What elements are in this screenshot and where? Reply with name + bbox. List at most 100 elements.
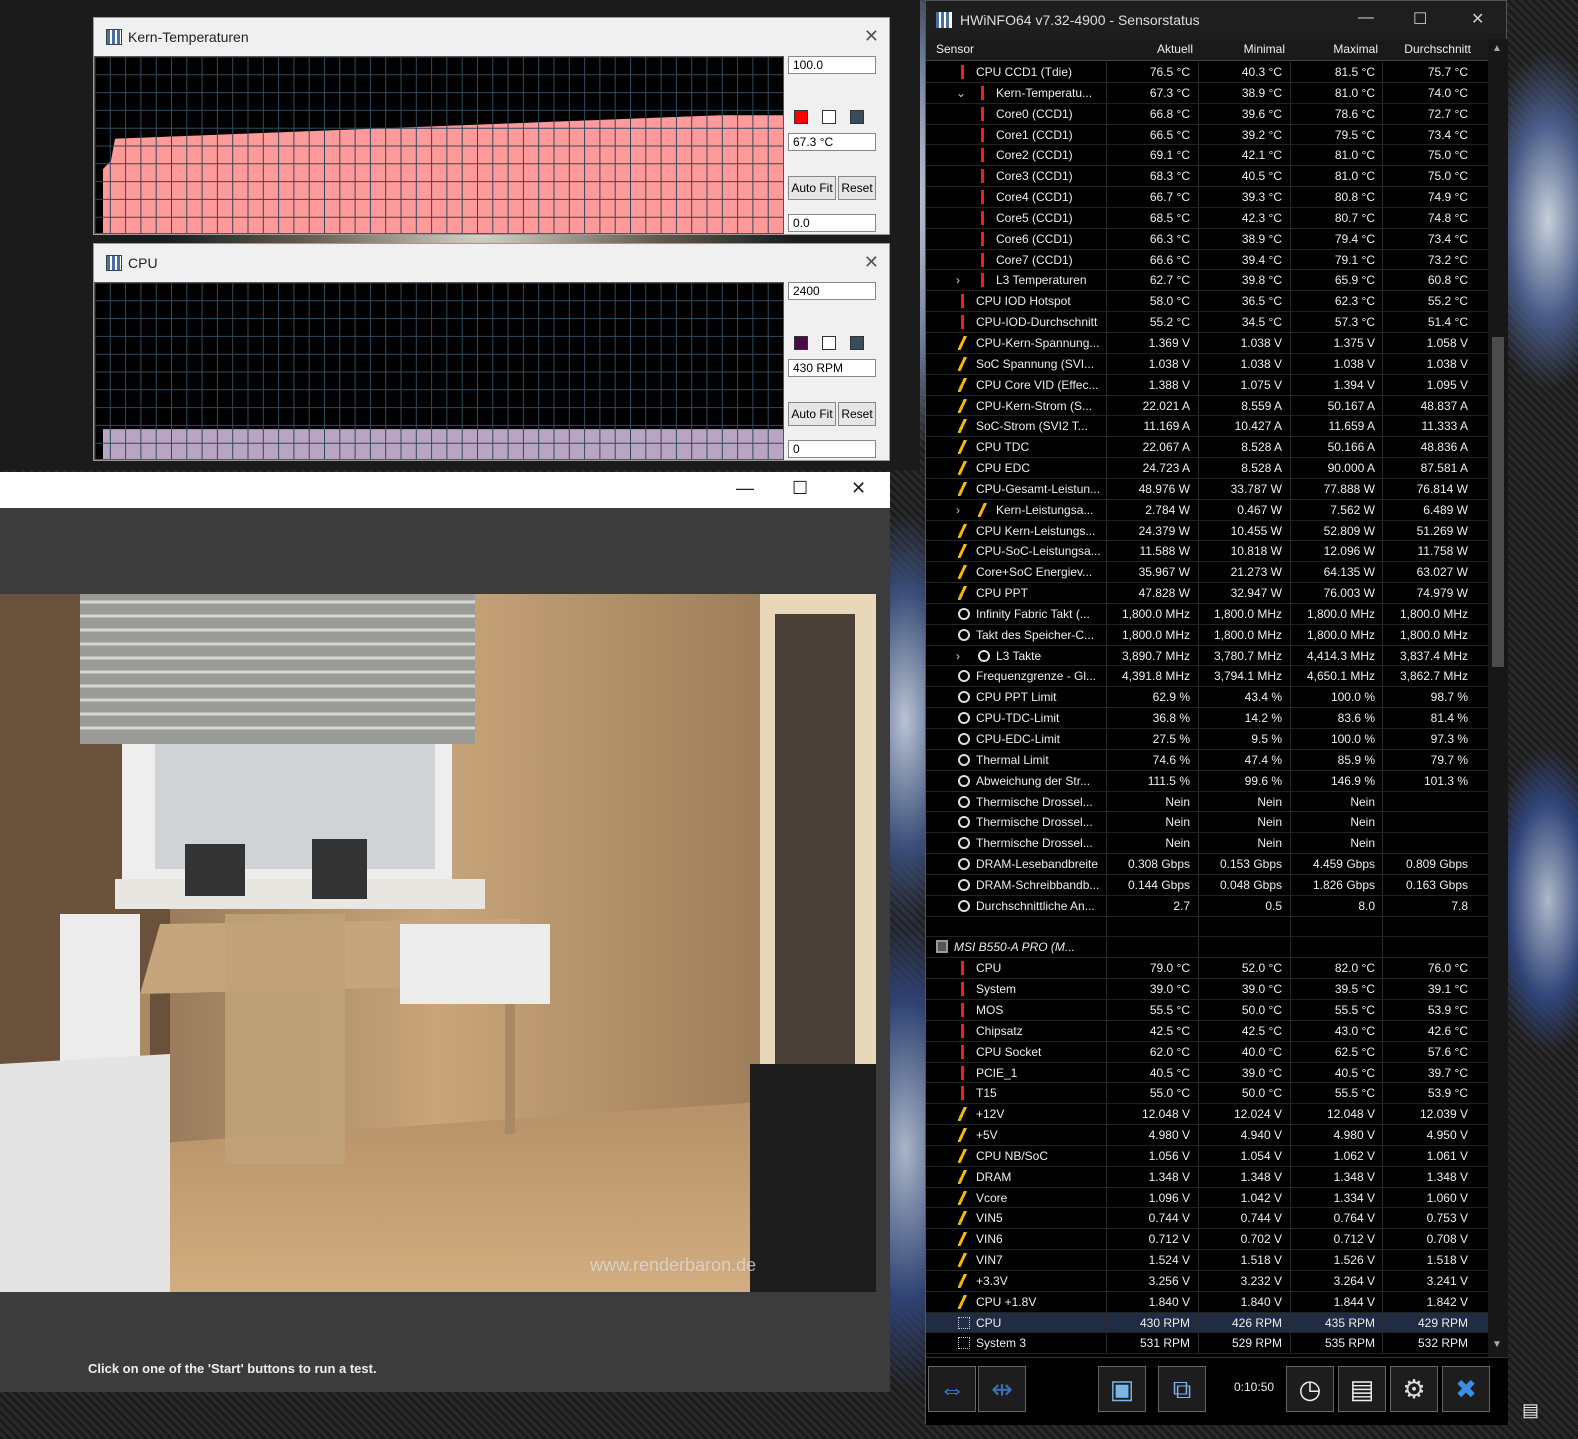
sensor-row[interactable]: › L3 Temperaturen 62.7 °C 39.8 °C 65.9 °C 60.… [926, 270, 1488, 292]
sensor-row[interactable]: CPU-SoC-Leistungsa... 11.588 W 10.818 W 12.… [926, 541, 1488, 563]
sensor-row[interactable]: CPU EDC 24.723 A 8.528 A 90.000 A 87.581 A [926, 458, 1488, 479]
sensor-row[interactable]: Durchschnittliche An... 2.7 0.5 8.0 7.8 [926, 895, 1488, 917]
sensor-row[interactable]: CPU +1.8V 1.840 V 1.840 V 1.844 V 1.842 V [926, 1291, 1488, 1313]
sensor-row[interactable]: System 3 531 RPM 529 RPM 535 RPM 532 RPM [926, 1333, 1488, 1355]
sensor-row[interactable]: › Kern-Leistungsa... 2.784 W 0.467 W 7.562 W… [926, 499, 1488, 521]
sensor-row[interactable]: T15 55.0 °C 50.0 °C 55.5 °C 53.9 °C [926, 1083, 1488, 1105]
sensor-row[interactable]: CPU-Kern-Strom (S... 22.021 A 8.559 A 50.16… [926, 395, 1488, 417]
sensor-row[interactable]: CPU Socket 62.0 °C 40.0 °C 62.5 °C 57.6 °C [926, 1041, 1488, 1063]
sensor-row[interactable]: VIN6 0.712 V 0.702 V 0.712 V 0.708 V [926, 1229, 1488, 1251]
sensor-row[interactable]: ⌄ Kern-Temperatu... 67.3 °C 38.9 °C 81.0 °C 7… [926, 82, 1488, 104]
sensor-row[interactable]: CPU-IOD-Durchschnitt 55.2 °C 34.5 °C 57.3 °… [926, 312, 1488, 333]
sensor-row[interactable]: ⌄MSI B550-A PRO (M... [926, 937, 1488, 959]
sensor-row[interactable]: Thermische Drossel... Nein Nein Nein [926, 833, 1488, 855]
close-icon[interactable]: ✕ [1471, 9, 1484, 29]
graph-color-swatch[interactable] [794, 110, 808, 124]
close-icon[interactable]: ✕ [851, 478, 866, 499]
graph-color-swatch[interactable] [794, 336, 808, 350]
sensor-row[interactable]: Thermische Drossel... Nein Nein Nein [926, 812, 1488, 834]
scroll-down-icon[interactable]: ▼ [1492, 1339, 1502, 1350]
expand-arrows-icon[interactable]: ⇔ [928, 1366, 976, 1412]
sensor-row[interactable]: CPU-Kern-Spannung... 1.369 V 1.038 V 1.375 … [926, 332, 1488, 354]
minimize-icon[interactable]: — [1358, 9, 1374, 27]
sensor-row[interactable]: Core3 (CCD1) 68.3 °C 40.5 °C 81.0 °C 75.0 °C [926, 166, 1488, 188]
graph-titlebar[interactable]: Kern-Temperaturen [94, 18, 889, 56]
sensor-row[interactable]: CPU NB/SoC 1.056 V 1.054 V 1.062 V 1.061 V [926, 1145, 1488, 1167]
sensor-row[interactable]: CPU-Gesamt-Leistun... 48.976 W 33.787 W 77.… [926, 478, 1488, 500]
column-min[interactable]: Minimal [1198, 42, 1285, 56]
graph-grid-swatch[interactable] [850, 110, 864, 124]
sensor-row[interactable]: Core1 (CCD1) 66.5 °C 39.2 °C 79.5 °C 73.4 °C [926, 124, 1488, 146]
sensor-row[interactable]: CPU IOD Hotspot 58.0 °C 36.5 °C 62.3 °C 55.2… [926, 291, 1488, 313]
close-icon[interactable]: ✕ [864, 26, 879, 47]
sensor-row[interactable]: SoC-Strom (SVI2 T... 11.169 A 10.427 A 11.6… [926, 416, 1488, 438]
sensor-row[interactable]: +3.3V 3.256 V 3.232 V 3.264 V 3.241 V [926, 1270, 1488, 1292]
sensor-row[interactable]: Thermal Limit 74.6 % 47.4 % 85.9 % 79.7 % [926, 749, 1488, 771]
graph-max-field[interactable]: 2400 [788, 282, 876, 300]
sensor-row[interactable]: Infinity Fabric Takt (... 1,800.0 MHz 1,80… [926, 603, 1488, 625]
sensor-row[interactable]: CPU-EDC-Limit 27.5 % 9.5 % 100.0 % 97.3 % [926, 729, 1488, 750]
sensor-row[interactable]: PCIE_1 40.5 °C 39.0 °C 40.5 °C 39.7 °C [926, 1062, 1488, 1084]
minimize-icon[interactable]: — [736, 478, 754, 499]
sensor-row[interactable]: CPU TDC 22.067 A 8.528 A 50.166 A 48.836 A [926, 437, 1488, 459]
graph-min-field[interactable]: 0.0 [788, 214, 876, 232]
column-sensor[interactable]: Sensor [936, 42, 974, 56]
sensor-row[interactable]: Core0 (CCD1) 66.8 °C 39.6 °C 78.6 °C 72.7 °C [926, 103, 1488, 125]
sensor-row[interactable]: CPU 430 RPM 426 RPM 435 RPM 429 RPM [926, 1312, 1488, 1334]
sensor-row-blank[interactable] [926, 916, 1488, 938]
sensor-row[interactable]: Thermische Drossel... Nein Nein Nein [926, 791, 1488, 813]
graph-min-field[interactable]: 0 [788, 440, 876, 458]
sensor-row[interactable]: Core5 (CCD1) 68.5 °C 42.3 °C 80.7 °C 74.8 °C [926, 207, 1488, 229]
sensor-row[interactable]: DRAM-Lesebandbreite 0.308 Gbps 0.153 Gbps 4… [926, 854, 1488, 875]
sensor-row[interactable]: System 39.0 °C 39.0 °C 39.5 °C 39.1 °C [926, 979, 1488, 1000]
sensor-row[interactable]: Core4 (CCD1) 66.7 °C 39.3 °C 80.8 °C 74.9 °C [926, 187, 1488, 208]
sensor-row[interactable]: › L3 Takte 3,890.7 MHz 3,780.7 MHz 4,414.3 M… [926, 645, 1488, 667]
sensor-row[interactable]: DRAM 1.348 V 1.348 V 1.348 V 1.348 V [926, 1166, 1488, 1188]
sensor-row[interactable]: CPU 79.0 °C 52.0 °C 82.0 °C 76.0 °C [926, 958, 1488, 980]
sensor-row[interactable]: CPU PPT 47.828 W 32.947 W 76.003 W 74.979 W [926, 583, 1488, 604]
close-sensors-icon[interactable]: ✖ [1442, 1366, 1490, 1412]
graph-max-field[interactable]: 100.0 [788, 56, 876, 74]
reset-button[interactable]: Reset [838, 402, 876, 426]
sensor-row[interactable]: VIN5 0.744 V 0.744 V 0.764 V 0.753 V [926, 1208, 1488, 1230]
column-current[interactable]: Aktuell [1106, 42, 1193, 56]
sensor-row[interactable]: Core+SoC Energiev... 35.967 W 21.273 W 64.1… [926, 562, 1488, 584]
notification-icon[interactable]: ▤ [1522, 1400, 1539, 1421]
expand-chevron-icon[interactable]: › [956, 649, 960, 663]
reset-button[interactable]: Reset [838, 176, 876, 200]
sensor-row[interactable]: CPU PPT Limit 62.9 % 43.4 % 100.0 % 98.7 % [926, 687, 1488, 709]
sensor-row[interactable]: Chipsatz 42.5 °C 42.5 °C 43.0 °C 42.6 °C [926, 1020, 1488, 1042]
auto-fit-button[interactable]: Auto Fit [788, 402, 836, 426]
maximize-icon[interactable]: ☐ [792, 478, 808, 499]
collapse-arrows-icon[interactable]: ⇹ [978, 1366, 1026, 1412]
expand-chevron-icon[interactable]: › [956, 503, 960, 517]
scrollbar-thumb[interactable] [1492, 337, 1504, 667]
sensor-row[interactable]: MOS 55.5 °C 50.0 °C 55.5 °C 53.9 °C [926, 999, 1488, 1021]
auto-fit-button[interactable]: Auto Fit [788, 176, 836, 200]
collapse-chevron-icon[interactable]: ⌄ [956, 86, 966, 100]
graph-grid-swatch[interactable] [850, 336, 864, 350]
sensor-row[interactable]: CPU Kern-Leistungs... 24.379 W 10.455 W 52.… [926, 520, 1488, 542]
sensor-row[interactable]: CPU CCD1 (Tdie) 76.5 °C 40.3 °C 81.5 °C 75.7… [926, 62, 1488, 83]
sensor-row[interactable]: CPU-TDC-Limit 36.8 % 14.2 % 83.6 % 81.4 % [926, 708, 1488, 729]
graph-bg-swatch[interactable] [822, 336, 836, 350]
column-max[interactable]: Maximal [1290, 42, 1378, 56]
sensor-row[interactable]: DRAM-Schreibbandb... 0.144 Gbps 0.048 Gbps… [926, 874, 1488, 896]
expand-chevron-icon[interactable]: › [956, 273, 960, 287]
monitor-icon[interactable]: ▣ [1098, 1366, 1146, 1412]
vertical-scrollbar[interactable]: ▲ ▼ [1488, 39, 1508, 1357]
sensor-row[interactable]: +5V 4.980 V 4.940 V 4.980 V 4.950 V [926, 1125, 1488, 1146]
close-icon[interactable]: ✕ [864, 252, 879, 273]
sensor-row[interactable]: VIN7 1.524 V 1.518 V 1.526 V 1.518 V [926, 1250, 1488, 1271]
graph-titlebar[interactable]: CPU [94, 244, 889, 282]
network-icon[interactable]: ⧉ [1158, 1366, 1206, 1412]
sensor-row[interactable]: CPU Core VID (Effec... 1.388 V 1.075 V 1.39… [926, 374, 1488, 396]
sensor-row[interactable]: Vcore 1.096 V 1.042 V 1.334 V 1.060 V [926, 1187, 1488, 1209]
sensor-row[interactable]: SoC Spannung (SVI... 1.038 V 1.038 V 1.038 … [926, 353, 1488, 375]
graph-bg-swatch[interactable] [822, 110, 836, 124]
sensor-row[interactable]: Core6 (CCD1) 66.3 °C 38.9 °C 79.4 °C 73.4 °C [926, 228, 1488, 250]
sensor-row[interactable]: Abweichung der Str... 111.5 % 99.6 % 146.9 … [926, 770, 1488, 792]
sensor-row[interactable]: Core2 (CCD1) 69.1 °C 42.1 °C 81.0 °C 75.0 °C [926, 145, 1488, 167]
sensor-row[interactable]: +12V 12.048 V 12.024 V 12.048 V 12.039 V [926, 1104, 1488, 1126]
sensor-row[interactable]: Takt des Speicher-C... 1,800.0 MHz 1,800.0… [926, 624, 1488, 646]
